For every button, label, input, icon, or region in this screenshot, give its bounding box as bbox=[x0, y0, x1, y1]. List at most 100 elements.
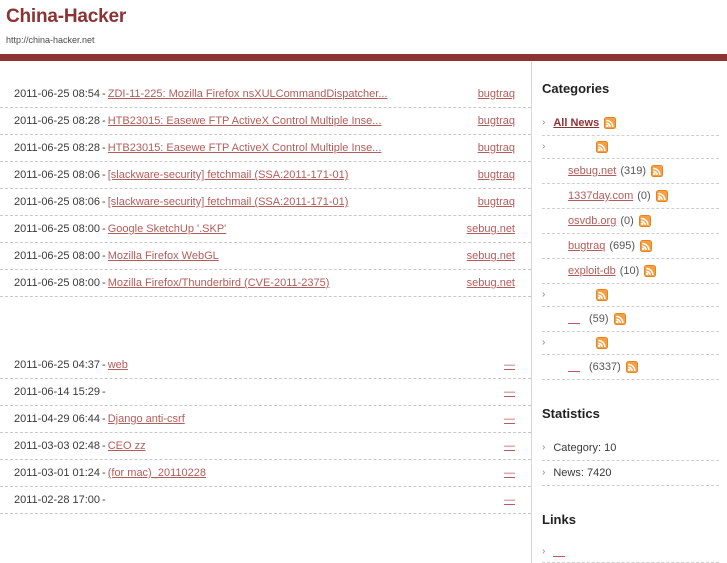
category-link-blank[interactable] bbox=[568, 314, 580, 324]
category-link[interactable]: bugtraq bbox=[568, 239, 605, 253]
page-title: China-Hacker bbox=[6, 6, 127, 27]
category-link[interactable]: exploit-db bbox=[568, 264, 616, 278]
rss-icon[interactable] bbox=[655, 190, 668, 202]
rss-icon[interactable] bbox=[596, 337, 609, 349]
news-title-link[interactable]: CEO zz bbox=[108, 439, 496, 453]
rss-icon[interactable] bbox=[596, 141, 609, 153]
category-count: (0) bbox=[620, 215, 634, 227]
news-source-link[interactable]: — bbox=[504, 385, 515, 399]
news-separator: - bbox=[102, 169, 106, 181]
news-separator: - bbox=[102, 467, 106, 479]
news-date: 2011-06-25 08:06 bbox=[14, 169, 101, 181]
news-title-link[interactable]: [slackware-security] fetchmail (SSA:2011… bbox=[108, 168, 470, 182]
news-title-link[interactable]: HTB23015: Easewe FTP ActiveX Control Mul… bbox=[108, 141, 470, 155]
rss-icon[interactable] bbox=[644, 265, 657, 277]
category-item[interactable]: (59) bbox=[542, 307, 719, 332]
news-source-link[interactable]: — bbox=[504, 358, 515, 372]
category-item[interactable]: osvdb.org (0) bbox=[542, 209, 719, 234]
news-date: 2011-06-25 08:06 bbox=[14, 196, 101, 208]
news-date: 2011-06-25 08:54 bbox=[14, 88, 101, 100]
news-row: 2011-06-25 04:37- web — bbox=[0, 352, 531, 379]
chevron-right-icon: › bbox=[542, 289, 546, 300]
category-count: (10) bbox=[619, 265, 640, 277]
news-row: 2011-06-25 08:28- HTB23015: Easewe FTP Ac… bbox=[0, 108, 531, 135]
news-separator: - bbox=[102, 440, 106, 452]
news-date: 2011-06-25 08:28 bbox=[14, 142, 101, 154]
category-count: (59) bbox=[589, 313, 609, 325]
news-row: 2011-06-25 08:00- Mozilla Firefox WebGL s… bbox=[0, 243, 531, 270]
category-item[interactable]: (6337) bbox=[542, 355, 719, 380]
news-group-spacer bbox=[0, 297, 531, 352]
news-separator: - bbox=[102, 196, 106, 208]
category-item[interactable]: exploit-db (10) bbox=[542, 259, 719, 284]
news-source-link[interactable]: sebug.net bbox=[467, 249, 515, 263]
category-item[interactable]: bugtraq (695) bbox=[542, 234, 719, 259]
rss-icon[interactable] bbox=[651, 165, 664, 177]
news-source-link[interactable]: bugtraq bbox=[478, 114, 515, 128]
link-item[interactable]: › bbox=[542, 542, 719, 563]
category-item[interactable]: › bbox=[542, 332, 719, 355]
news-source-link[interactable]: bugtraq bbox=[478, 87, 515, 101]
news-column: 2011-06-25 08:54 - ZDI-11-225: Mozilla Fir… bbox=[0, 61, 531, 514]
news-title-link[interactable]: HTB23015: Easewe FTP ActiveX Control Mul… bbox=[108, 114, 470, 128]
news-source-link[interactable]: sebug.net bbox=[467, 276, 515, 290]
statistic-label: Category: 10 bbox=[553, 442, 617, 454]
rss-icon[interactable] bbox=[640, 240, 652, 252]
news-source-link[interactable]: bugtraq bbox=[478, 141, 515, 155]
news-date: 2011-03-01 01:24 bbox=[14, 467, 101, 479]
news-title-link[interactable]: (for mac)_20110228 bbox=[108, 466, 496, 480]
news-title-link[interactable]: Django anti-csrf bbox=[108, 412, 496, 426]
news-separator: - bbox=[102, 359, 106, 371]
news-source-link[interactable]: — bbox=[504, 466, 515, 480]
category-link[interactable]: osvdb.org bbox=[568, 214, 616, 228]
rss-icon[interactable] bbox=[625, 361, 638, 373]
category-item[interactable]: › bbox=[542, 284, 719, 307]
news-source-link[interactable]: — bbox=[504, 439, 515, 453]
news-date: 2011-06-25 08:28 bbox=[14, 115, 101, 127]
news-title-link[interactable]: Mozilla Firefox/Thunderbird (CVE-2011-23… bbox=[108, 276, 459, 290]
category-count: (319) bbox=[620, 165, 647, 177]
category-item[interactable]: 1337day.com (0) bbox=[542, 184, 719, 209]
page-root: China-Hacker http://china-hacker.net 201… bbox=[0, 0, 727, 563]
news-source-link[interactable]: — bbox=[504, 412, 515, 426]
chevron-right-icon: › bbox=[542, 337, 546, 348]
news-separator: - bbox=[102, 115, 106, 127]
category-link[interactable]: All News bbox=[553, 116, 599, 130]
category-link-blank[interactable] bbox=[568, 362, 580, 372]
category-count: (6337) bbox=[589, 361, 621, 373]
statistic-item: › News: 7420 bbox=[542, 461, 719, 486]
statistic-label: News: 7420 bbox=[553, 467, 612, 479]
category-item[interactable]: sebug.net (319) bbox=[542, 159, 719, 184]
news-source-link[interactable]: sebug.net bbox=[467, 222, 515, 236]
news-separator: - bbox=[102, 277, 106, 289]
news-title-link[interactable]: ZDI-11-225: Mozilla Firefox nsXULCommand… bbox=[108, 87, 470, 101]
news-date: 2011-06-25 08:00 bbox=[14, 250, 101, 262]
external-link[interactable] bbox=[553, 547, 566, 557]
rss-icon[interactable] bbox=[613, 313, 626, 325]
news-list-articles: 2011-06-25 04:37- web — 2011-06-14 15:29 -… bbox=[0, 352, 531, 514]
site-url: http://china-hacker.net bbox=[6, 35, 95, 45]
rss-icon[interactable] bbox=[604, 117, 617, 129]
category-item[interactable]: › bbox=[542, 136, 719, 159]
news-date: 2011-06-14 15:29 bbox=[14, 386, 101, 398]
news-title-link[interactable]: [slackware-security] fetchmail (SSA:2011… bbox=[108, 195, 470, 209]
chevron-right-icon: › bbox=[542, 467, 546, 478]
rss-icon[interactable] bbox=[638, 215, 651, 227]
category-item[interactable]: › All News bbox=[542, 111, 719, 136]
statistics-heading: Statistics bbox=[542, 406, 600, 421]
content-columns: 2011-06-25 08:54 - ZDI-11-225: Mozilla Fir… bbox=[0, 61, 727, 563]
category-link[interactable]: 1337day.com bbox=[568, 189, 633, 203]
rss-icon[interactable] bbox=[596, 289, 609, 301]
news-title-link[interactable]: Google SketchUp '.SKP' bbox=[108, 222, 459, 236]
news-row: 2011-06-25 08:54- ZDI-11-225: Mozilla Fir… bbox=[0, 81, 531, 108]
statistics-list: › Category: 10 › News: 7420 bbox=[542, 436, 719, 486]
news-row: 2011-02-28 17:00- — bbox=[0, 487, 531, 514]
news-title-link[interactable]: Mozilla Firefox WebGL bbox=[108, 249, 459, 263]
news-title-link[interactable]: web bbox=[108, 358, 496, 372]
links-list: › bbox=[542, 542, 719, 563]
news-source-link[interactable]: bugtraq bbox=[478, 168, 515, 182]
news-date: 2011-02-28 17:00 bbox=[14, 494, 101, 506]
news-source-link[interactable]: bugtraq bbox=[478, 195, 515, 209]
news-source-link[interactable]: — bbox=[504, 493, 515, 507]
category-link[interactable]: sebug.net bbox=[568, 164, 616, 178]
